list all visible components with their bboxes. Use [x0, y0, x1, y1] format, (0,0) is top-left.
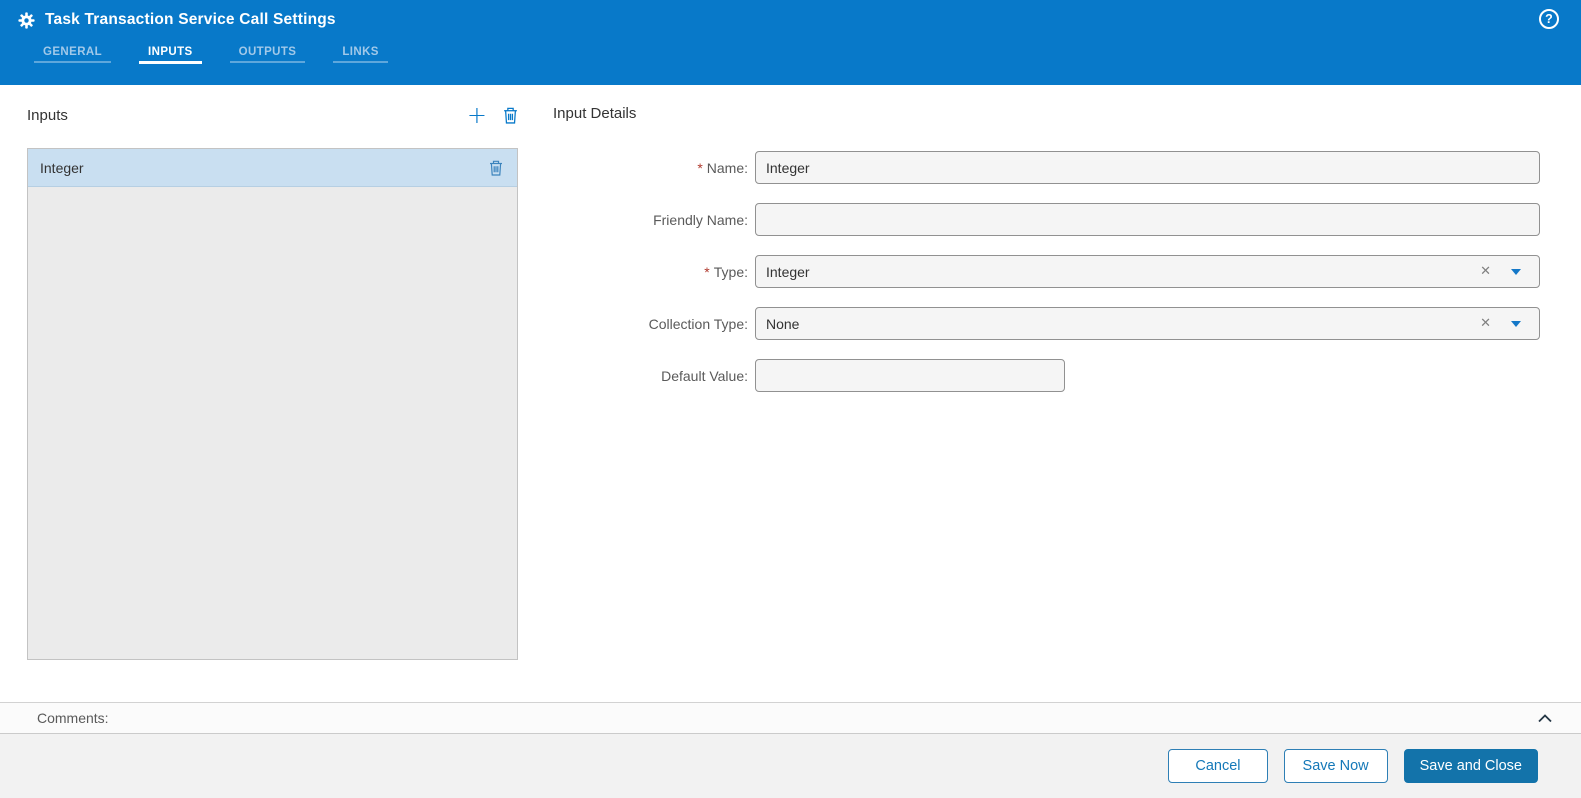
inputs-panel-title: Inputs: [27, 106, 68, 124]
default-value-row: Default Value:: [553, 359, 1540, 392]
name-row: * Name:: [553, 151, 1540, 184]
collection-type-dropdown-value: None: [766, 315, 800, 332]
list-item-label: Integer: [40, 159, 84, 176]
clear-icon[interactable]: ✕: [1474, 264, 1497, 279]
add-input-button[interactable]: +: [467, 103, 487, 127]
friendly-name-field[interactable]: [755, 203, 1540, 236]
collection-type-row: Collection Type: None ✕: [553, 307, 1540, 340]
friendly-name-row: Friendly Name:: [553, 203, 1540, 236]
inputs-panel-actions: +: [467, 103, 518, 127]
default-value-label: Default Value:: [661, 367, 748, 384]
default-value-field[interactable]: [755, 359, 1065, 392]
help-icon[interactable]: ?: [1539, 9, 1559, 29]
type-dropdown-value: Integer: [766, 263, 810, 280]
delete-inputs-button[interactable]: [503, 107, 518, 124]
tab-general[interactable]: GENERAL: [34, 44, 112, 72]
required-asterisk: *: [704, 263, 710, 280]
dialog-header: Task Transaction Service Call Settings ?…: [0, 0, 1581, 85]
delete-row-icon[interactable]: [489, 160, 503, 176]
clear-icon[interactable]: ✕: [1474, 316, 1497, 331]
type-dropdown[interactable]: Integer ✕: [755, 255, 1540, 288]
type-label: * Type:: [704, 263, 748, 280]
cancel-button[interactable]: Cancel: [1168, 749, 1268, 783]
name-label: * Name:: [697, 159, 748, 176]
tab-links[interactable]: LINKS: [333, 44, 388, 72]
dialog-title-row: Task Transaction Service Call Settings: [0, 0, 1581, 40]
collection-type-label: Collection Type:: [648, 315, 748, 332]
comments-bar[interactable]: Comments:: [0, 702, 1581, 734]
save-and-close-button[interactable]: Save and Close: [1403, 749, 1538, 783]
comments-label: Comments:: [37, 710, 109, 726]
input-details-form: *Name: Friendly Name: *Type: Integer ✕ C…: [553, 151, 1540, 411]
footer-bar: Cancel Save Now Save and Close: [0, 734, 1581, 798]
gear-icon: [18, 11, 35, 29]
list-item-integer[interactable]: Integer: [28, 149, 517, 187]
save-now-button[interactable]: Save Now: [1283, 749, 1388, 783]
type-row: * Type: Integer ✕: [553, 255, 1540, 288]
inputs-panel-header: Inputs +: [27, 103, 518, 127]
tab-inputs[interactable]: INPUTS: [139, 44, 202, 72]
chevron-down-icon[interactable]: [1511, 268, 1521, 275]
dialog-title: Task Transaction Service Call Settings: [45, 11, 336, 28]
tab-outputs[interactable]: OUTPUTS: [229, 44, 306, 72]
chevron-down-icon[interactable]: [1511, 320, 1521, 327]
name-field[interactable]: [755, 151, 1540, 184]
tab-bar: GENERAL INPUTS OUTPUTS LINKS: [34, 44, 416, 72]
chevron-up-icon[interactable]: [1537, 713, 1553, 723]
input-details-title: Input Details: [553, 105, 637, 122]
inputs-list: Integer: [27, 148, 518, 660]
friendly-name-label: Friendly Name:: [653, 211, 748, 228]
required-asterisk: *: [697, 159, 703, 176]
collection-type-dropdown[interactable]: None ✕: [755, 307, 1540, 340]
